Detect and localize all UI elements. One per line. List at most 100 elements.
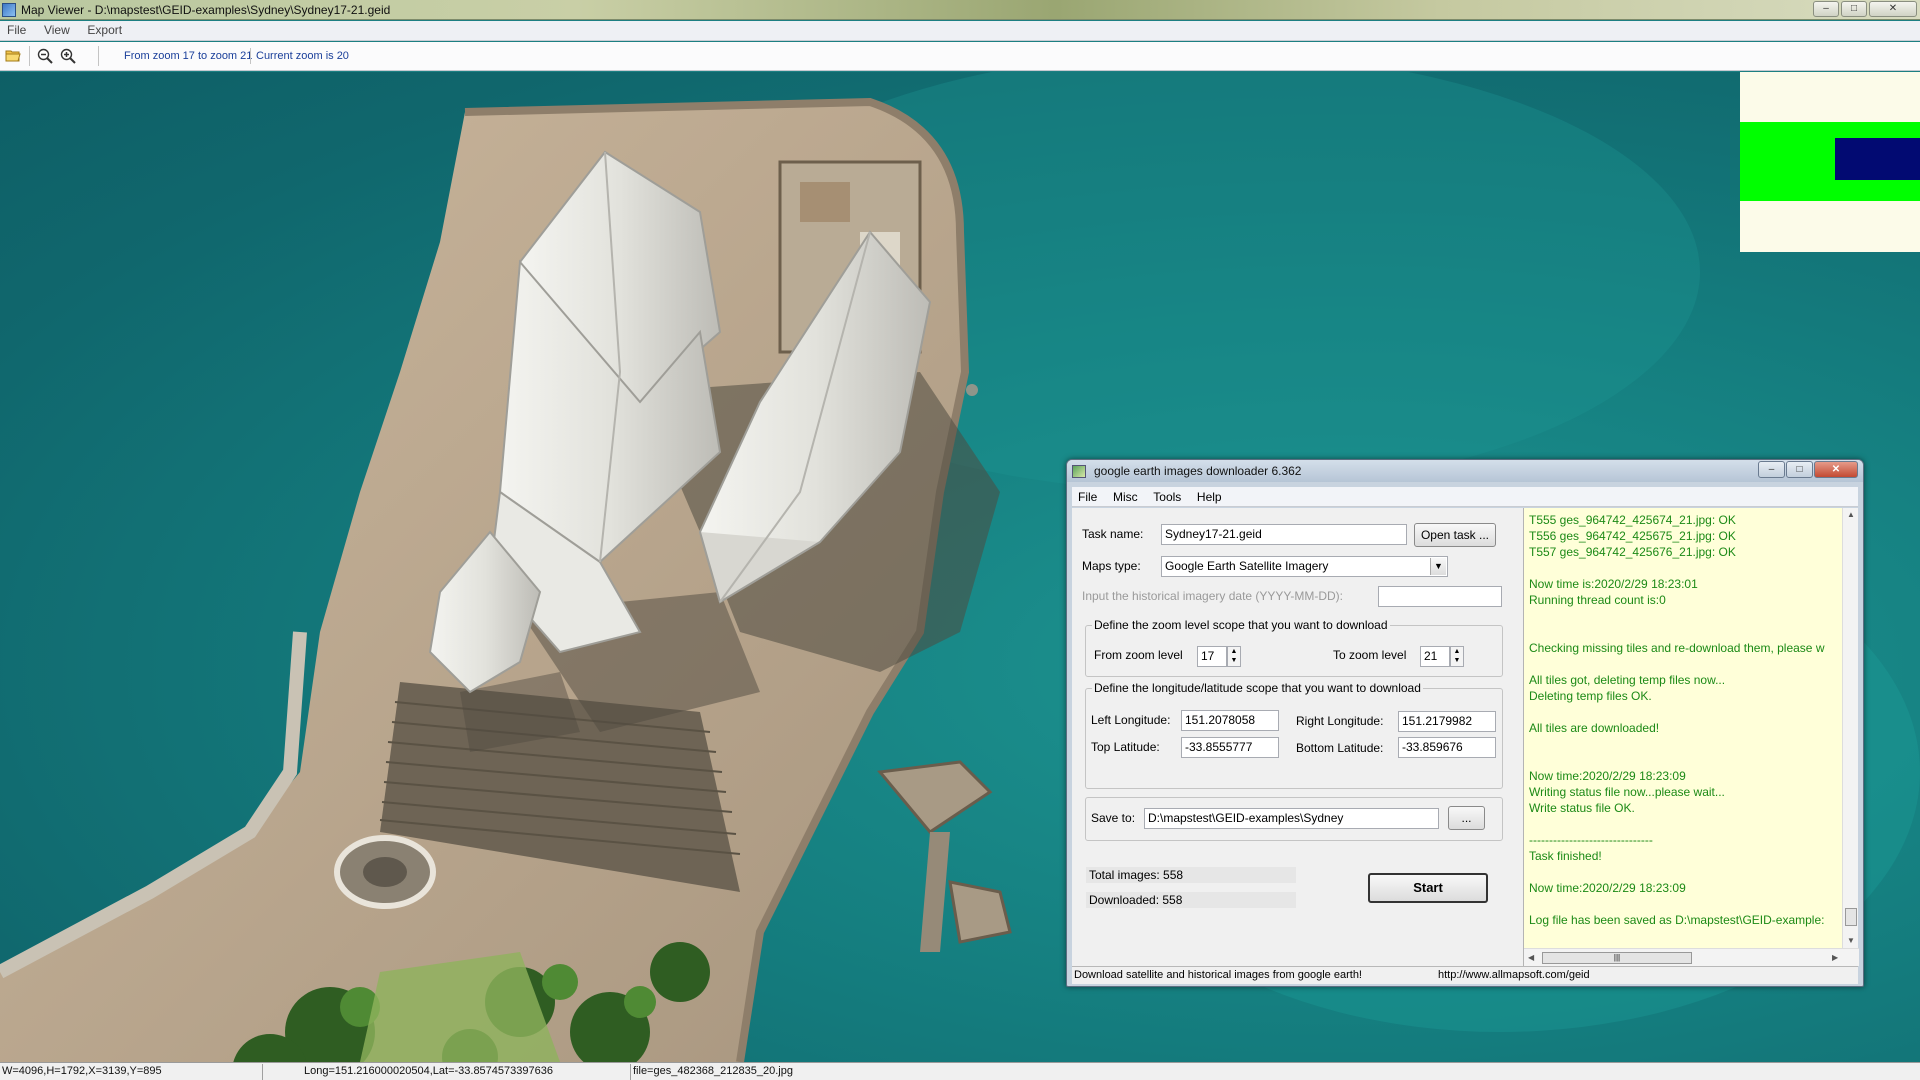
- open-task-button[interactable]: Open task ...: [1414, 523, 1496, 547]
- lonlat-group-title: Define the longitude/latitude scope that…: [1092, 681, 1423, 695]
- overview-viewport-box[interactable]: [1835, 138, 1920, 180]
- log-line: Now time is:2020/2/29 18:23:01: [1529, 577, 1698, 591]
- status-bar: W=4096,H=1792,X=3139,Y=895 Long=151.2160…: [0, 1062, 1920, 1080]
- dialog-status-url[interactable]: http://www.allmapsoft.com/geid: [1438, 969, 1590, 981]
- to-zoom-label: To zoom level: [1333, 648, 1407, 662]
- dialog-menu-tools[interactable]: Tools: [1147, 487, 1187, 507]
- log-panel[interactable]: T555 ges_964742_425674_21.jpg: OK T556 ge…: [1523, 508, 1859, 966]
- log-line: Write status file OK.: [1529, 801, 1635, 815]
- scroll-down-icon[interactable]: ▼: [1847, 936, 1855, 945]
- dialog-menu-file[interactable]: File: [1072, 487, 1103, 507]
- historical-date-field[interactable]: [1378, 586, 1502, 607]
- zoom-level-group: Define the zoom level scope that you wan…: [1085, 618, 1503, 677]
- menu-view[interactable]: View: [37, 21, 77, 39]
- status-size: W=4096,H=1792,X=3139,Y=895: [2, 1065, 162, 1077]
- from-zoom-spinner[interactable]: ▲ ▼: [1227, 646, 1241, 667]
- menu-bar: File View Export: [0, 21, 1920, 41]
- log-lines: T555 ges_964742_425674_21.jpg: OK T556 ge…: [1529, 512, 1841, 942]
- right-longitude-field[interactable]: 151.2179982: [1398, 711, 1496, 732]
- zoom-range-text: From zoom 17 to zoom 21: [124, 50, 253, 62]
- top-latitude-label: Top Latitude:: [1091, 740, 1160, 754]
- bottom-latitude-label: Bottom Latitude:: [1296, 741, 1384, 755]
- minimize-button[interactable]: –: [1813, 1, 1839, 17]
- historical-date-label: Input the historical imagery date (YYYY-…: [1082, 589, 1343, 603]
- task-name-label: Task name:: [1082, 527, 1144, 541]
- log-horizontal-scrollbar[interactable]: ◀ ||| ▶: [1524, 948, 1859, 966]
- overview-map[interactable]: [1740, 72, 1920, 252]
- window-title: Map Viewer - D:\mapstest\GEID-examples\S…: [21, 3, 391, 17]
- dialog-status-bar: Download satellite and historical images…: [1072, 966, 1858, 984]
- to-zoom-field[interactable]: 21: [1420, 646, 1450, 667]
- current-zoom-text: Current zoom is 20: [256, 50, 349, 62]
- left-longitude-label: Left Longitude:: [1091, 713, 1171, 727]
- log-line: Now time:2020/2/29 18:23:09: [1529, 881, 1686, 895]
- dialog-close-button[interactable]: ✕: [1814, 461, 1858, 478]
- bottom-latitude-field[interactable]: -33.859676: [1398, 737, 1496, 758]
- downloader-app-icon: [1072, 465, 1086, 478]
- log-line: All tiles are downloaded!: [1529, 721, 1660, 735]
- log-line: Log file has been saved as D:\mapstest\G…: [1529, 913, 1825, 927]
- save-to-label: Save to:: [1091, 811, 1136, 825]
- main-title-bar: Map Viewer - D:\mapstest\GEID-examples\S…: [0, 0, 1920, 20]
- maps-type-value: Google Earth Satellite Imagery: [1165, 559, 1329, 573]
- browse-button[interactable]: ...: [1448, 806, 1485, 830]
- log-line: All tiles got, deleting temp files now..…: [1529, 673, 1726, 687]
- log-line: T556 ges_964742_425675_21.jpg: OK: [1529, 529, 1736, 543]
- toolbar: From zoom 17 to zoom 21 Current zoom is …: [0, 42, 1920, 71]
- zoom-out-icon[interactable]: [36, 48, 54, 66]
- log-line: Running thread count is:0: [1529, 593, 1666, 607]
- right-longitude-label: Right Longitude:: [1296, 714, 1384, 728]
- status-coords: Long=151.216000020504,Lat=-33.8574573397…: [304, 1065, 553, 1077]
- menu-export[interactable]: Export: [80, 21, 129, 39]
- lonlat-group: Define the longitude/latitude scope that…: [1085, 681, 1503, 789]
- scroll-up-icon[interactable]: ▲: [1847, 510, 1855, 519]
- scroll-left-icon[interactable]: ◀: [1528, 953, 1534, 962]
- log-line: -------------------------------: [1529, 833, 1653, 847]
- close-button[interactable]: ✕: [1869, 1, 1917, 17]
- status-separator: [262, 1064, 263, 1080]
- from-zoom-field[interactable]: 17: [1197, 646, 1227, 667]
- dialog-body: Task name: Sydney17-21.geid Open task ..…: [1072, 508, 1859, 966]
- log-line: Deleting temp files OK.: [1529, 689, 1652, 703]
- dialog-minimize-button[interactable]: –: [1758, 461, 1785, 478]
- save-to-group: Save to: D:\mapstest\GEID-examples\Sydne…: [1085, 797, 1503, 841]
- log-hscroll-thumb[interactable]: |||: [1542, 952, 1692, 964]
- log-vertical-scrollbar[interactable]: ▲ ▼: [1842, 508, 1858, 948]
- log-line: Writing status file now...please wait...: [1529, 785, 1725, 799]
- dialog-menu-bar: File Misc Tools Help: [1072, 487, 1858, 507]
- dialog-menu-misc[interactable]: Misc: [1107, 487, 1144, 507]
- map-viewer-app-icon: [2, 3, 16, 17]
- toolbar-separator: [29, 46, 30, 66]
- maps-type-label: Maps type:: [1082, 559, 1141, 573]
- dialog-status-message: Download satellite and historical images…: [1074, 969, 1362, 981]
- zoom-group-title: Define the zoom level scope that you wan…: [1092, 618, 1390, 632]
- total-images-text: Total images: 558: [1086, 867, 1296, 883]
- maps-type-select[interactable]: Google Earth Satellite Imagery ▼: [1161, 556, 1448, 577]
- open-folder-icon[interactable]: [4, 48, 22, 66]
- to-zoom-spinner[interactable]: ▲ ▼: [1450, 646, 1464, 667]
- dialog-menu-help[interactable]: Help: [1191, 487, 1228, 507]
- toolbar-separator: [98, 46, 99, 66]
- save-to-field[interactable]: D:\mapstest\GEID-examples\Sydney: [1144, 808, 1439, 829]
- top-latitude-field[interactable]: -33.8555777: [1181, 737, 1279, 758]
- menu-file[interactable]: File: [0, 21, 33, 39]
- maximize-button[interactable]: □: [1841, 1, 1867, 17]
- downloaded-text: Downloaded: 558: [1086, 892, 1296, 908]
- zoom-in-icon[interactable]: [59, 48, 77, 66]
- dialog-title-bar[interactable]: google earth images downloader 6.362 – □…: [1067, 460, 1863, 482]
- log-vscroll-thumb[interactable]: [1845, 908, 1857, 926]
- chevron-down-icon[interactable]: ▼: [1430, 558, 1446, 575]
- start-button[interactable]: Start: [1368, 873, 1488, 903]
- dialog-title: google earth images downloader 6.362: [1094, 464, 1302, 478]
- dialog-maximize-button[interactable]: □: [1786, 461, 1813, 478]
- status-file: file=ges_482368_212835_20.jpg: [633, 1065, 793, 1077]
- left-longitude-field[interactable]: 151.2078058: [1181, 710, 1279, 731]
- scroll-right-icon[interactable]: ▶: [1832, 953, 1838, 962]
- task-name-field[interactable]: Sydney17-21.geid: [1161, 524, 1407, 545]
